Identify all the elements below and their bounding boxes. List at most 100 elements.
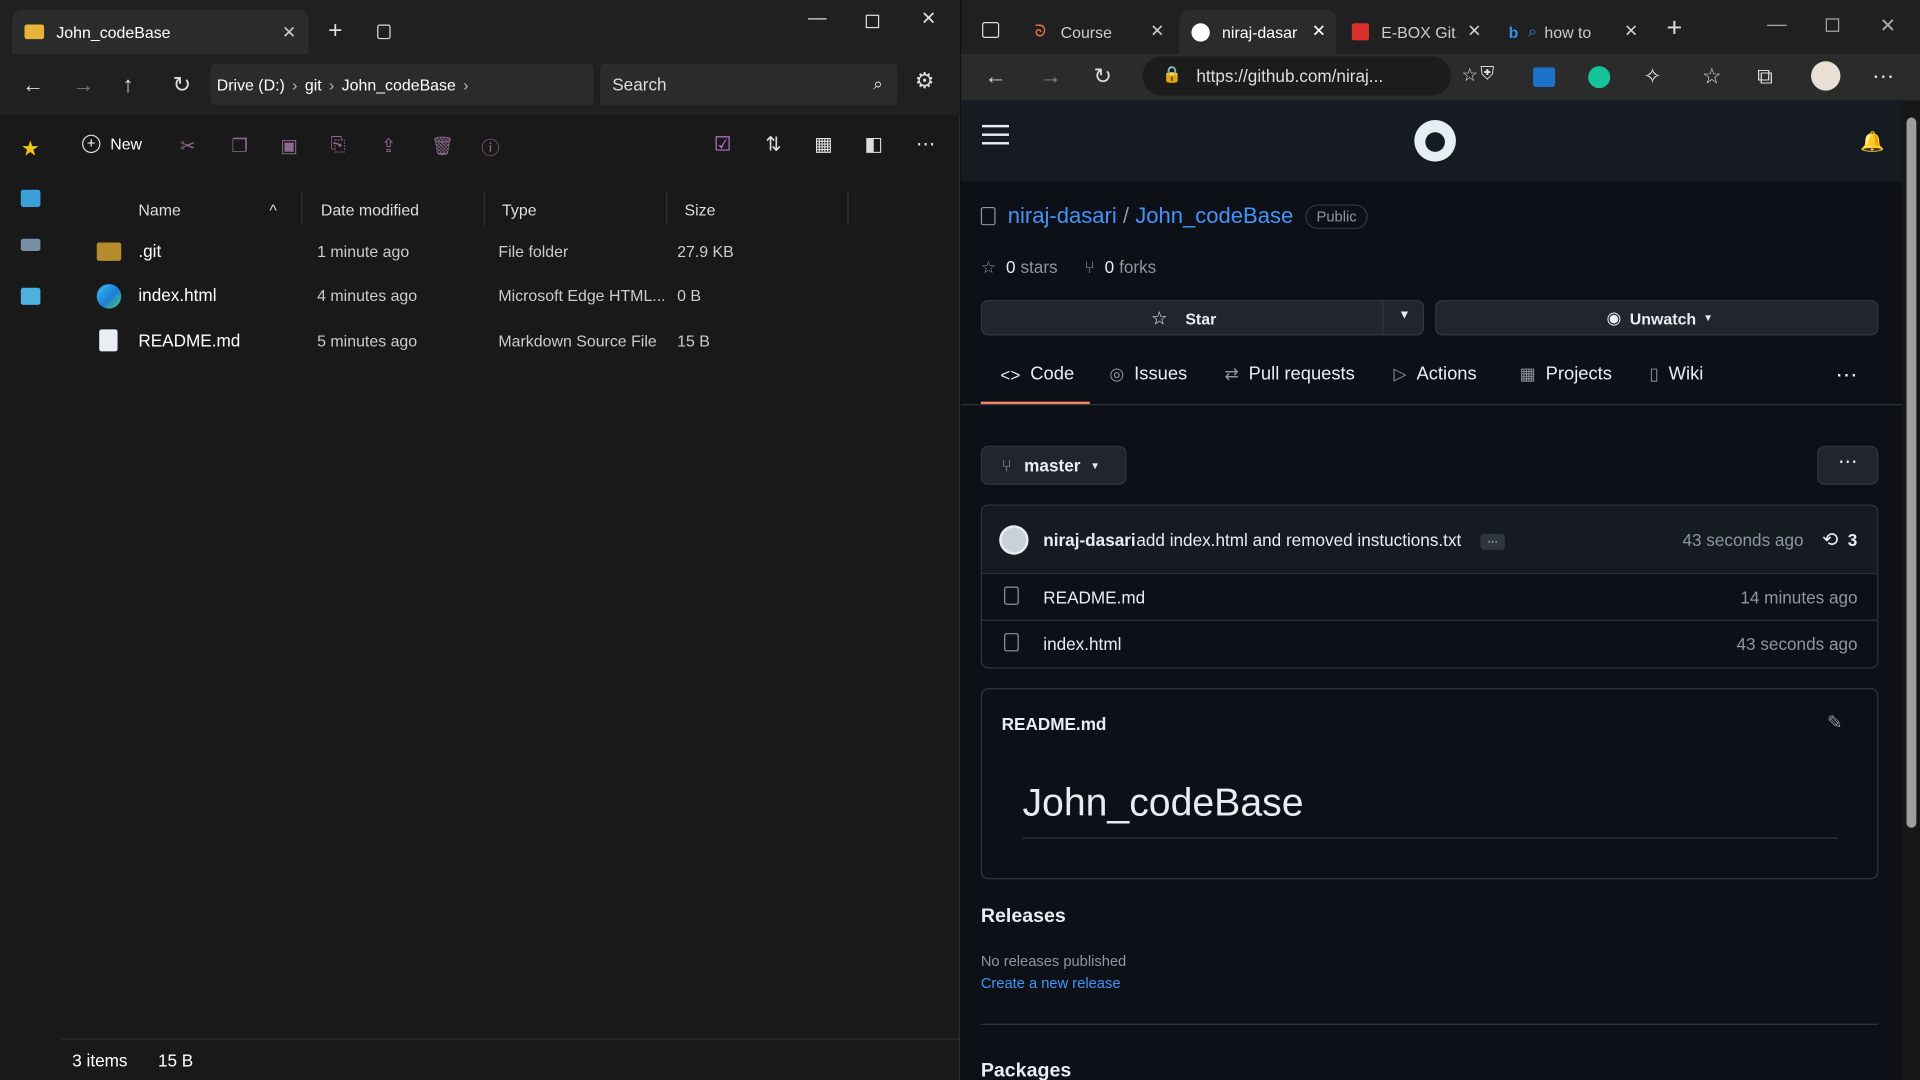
refresh-icon[interactable]: ↻ <box>1093 64 1111 90</box>
explorer-tab[interactable]: John_codeBase ✕ <box>12 9 309 54</box>
network-icon[interactable] <box>20 287 41 305</box>
github-logo-icon[interactable] <box>1414 120 1456 162</box>
delete-icon[interactable]: 🗑 <box>431 135 454 157</box>
maximize-icon[interactable] <box>1825 18 1840 32</box>
close-window-icon[interactable]: ✕ <box>1880 13 1896 37</box>
sort-icon[interactable]: ⇅ <box>765 132 781 156</box>
breadcrumb-repo[interactable]: John_codeBase <box>342 75 456 93</box>
tab-actions-icon[interactable] <box>982 22 1000 38</box>
file-row[interactable]: index.html 4 minutes ago Microsoft Edge … <box>61 274 857 318</box>
refresh-icon[interactable]: ↻ <box>173 72 191 98</box>
close-tab-icon[interactable]: ✕ <box>1150 21 1164 42</box>
table-row[interactable]: README.md 14 minutes ago <box>982 574 1878 621</box>
tab-pull-requests[interactable]: ⇄ Pull requests <box>1225 364 1355 385</box>
url-bar[interactable]: 🔒 https://github.com/niraj... ☆ <box>1142 56 1478 96</box>
share-icon[interactable]: ⇪ <box>381 135 396 157</box>
branch-selector[interactable]: ⑂ master ▼ <box>980 445 1127 485</box>
column-size[interactable]: Size <box>684 201 715 219</box>
close-window-icon[interactable]: ✕ <box>921 7 936 30</box>
back-arrow-icon[interactable]: ← <box>984 64 1006 90</box>
minimize-icon[interactable]: — <box>1767 15 1787 37</box>
forks-count[interactable]: 0 <box>1105 257 1115 278</box>
search-input[interactable]: Search ⌕ <box>600 63 898 106</box>
tab-actions[interactable]: ▷ Actions <box>1393 364 1476 385</box>
new-tab-icon[interactable]: + <box>328 17 342 45</box>
drive-icon[interactable] <box>20 238 41 252</box>
add-favorite-icon[interactable]: ☆ <box>1461 64 1477 86</box>
duplicate-tab-icon[interactable] <box>377 24 391 40</box>
rename-icon[interactable]: ⎘ <box>331 135 346 156</box>
minimize-icon[interactable]: — <box>808 7 826 28</box>
file-row[interactable]: README.md 5 minutes ago Markdown Source … <box>61 320 857 364</box>
tab-issues[interactable]: ◎ Issues <box>1109 364 1187 385</box>
select-icon[interactable]: ☑ <box>714 132 732 156</box>
close-tab-icon[interactable]: ✕ <box>282 21 296 42</box>
tab-github[interactable]: niraj-dasari ✕ <box>1179 9 1336 54</box>
gear-icon[interactable]: ⚙ <box>915 69 935 95</box>
create-release-link[interactable]: Create a new release <box>981 975 1121 992</box>
preview-pane-icon[interactable]: ◧ <box>864 132 883 156</box>
expand-commit-button[interactable]: … <box>1480 533 1505 550</box>
info-icon[interactable]: ⓘ <box>481 135 499 161</box>
caret-down-icon[interactable]: ▼ <box>1398 309 1410 322</box>
forward-arrow-icon[interactable]: → <box>72 72 94 98</box>
star-icon[interactable]: ★ <box>21 137 40 161</box>
more-icon[interactable]: ⋯ <box>916 132 936 156</box>
unwatch-button[interactable]: ◉ Unwatch ▼ <box>1435 300 1879 336</box>
grammarly-icon[interactable] <box>1588 66 1611 89</box>
table-row[interactable]: index.html 43 seconds ago <box>982 621 1877 668</box>
address-bar[interactable]: Drive (D:) › git › John_codeBase › <box>210 63 594 106</box>
tab-wiki[interactable]: ▯ Wiki <box>1649 364 1703 385</box>
scrollbar-thumb[interactable] <box>1906 117 1917 828</box>
file-name-link[interactable]: README.md <box>1043 588 1145 608</box>
stars-count[interactable]: 0 <box>1006 257 1016 278</box>
cut-icon[interactable]: ✂ <box>180 135 195 157</box>
tab-course[interactable]: ᘐ Course ✕ <box>1022 10 1174 54</box>
tab-pdf[interactable]: E-BOX Git.p ✕ <box>1340 10 1492 54</box>
extension-icon[interactable]: ⛨ <box>1480 64 1494 85</box>
favorites-icon[interactable]: ☆ <box>1702 64 1722 90</box>
column-name[interactable]: Name <box>138 201 180 219</box>
file-row[interactable]: .git 1 minute ago File folder 27.9 KB <box>61 230 857 274</box>
tab-projects[interactable]: ▦ Projects <box>1520 364 1612 385</box>
puzzle-icon[interactable]: ✧ <box>1643 64 1661 90</box>
stars-label[interactable]: stars <box>1020 257 1057 278</box>
breadcrumb-git[interactable]: git <box>305 75 322 93</box>
notification-bell-icon[interactable]: 🔔 <box>1860 130 1884 154</box>
history-icon[interactable]: ⟲ <box>1822 528 1838 552</box>
close-tab-icon[interactable]: ✕ <box>1624 21 1638 42</box>
close-tab-icon[interactable]: ✕ <box>1312 21 1326 42</box>
paste-icon[interactable]: ▣ <box>280 135 297 157</box>
commit-message[interactable]: add index.html and removed instuctions.t… <box>1136 530 1461 550</box>
new-button[interactable]: + New <box>82 134 142 154</box>
avatar[interactable] <box>999 525 1029 555</box>
back-arrow-icon[interactable]: ← <box>22 72 44 98</box>
commit-author[interactable]: niraj-dasari <box>1043 530 1135 550</box>
packages-heading[interactable]: Packages <box>981 1060 1071 1080</box>
breadcrumb-drive[interactable]: Drive (D:) <box>217 75 285 93</box>
new-tab-icon[interactable]: + <box>1667 12 1683 44</box>
commit-count[interactable]: 3 <box>1848 530 1858 550</box>
forks-label[interactable]: forks <box>1119 257 1156 278</box>
up-arrow-icon[interactable]: ↑ <box>122 72 133 98</box>
copy-icon[interactable]: ❐ <box>231 135 247 157</box>
tab-bing[interactable]: b ⌕ how to ✕ <box>1496 10 1648 54</box>
more-icon[interactable]: ⋯ <box>1872 64 1894 90</box>
profile-avatar[interactable] <box>1811 61 1841 91</box>
more-icon[interactable]: ⋯ <box>1836 362 1858 388</box>
hamburger-menu-icon[interactable] <box>982 124 1009 147</box>
star-button[interactable]: ☆ Star ▼ <box>980 300 1425 336</box>
desktop-icon[interactable] <box>20 189 41 207</box>
collections-icon[interactable]: ⧉ <box>1757 64 1773 90</box>
forward-arrow-icon[interactable]: → <box>1040 64 1062 90</box>
file-name-link[interactable]: index.html <box>1043 634 1121 654</box>
repo-more-button[interactable]: ⋯ <box>1817 445 1879 485</box>
layout-icon[interactable]: ▦ <box>814 132 833 156</box>
column-type[interactable]: Type <box>502 201 537 219</box>
tab-code[interactable]: <> Code <box>1000 364 1074 385</box>
close-tab-icon[interactable]: ✕ <box>1467 21 1481 42</box>
releases-heading[interactable]: Releases <box>981 906 1066 928</box>
column-date[interactable]: Date modified <box>321 201 419 219</box>
pencil-icon[interactable]: ✎ <box>1827 711 1842 734</box>
scrollbar[interactable] <box>1901 100 1920 1080</box>
